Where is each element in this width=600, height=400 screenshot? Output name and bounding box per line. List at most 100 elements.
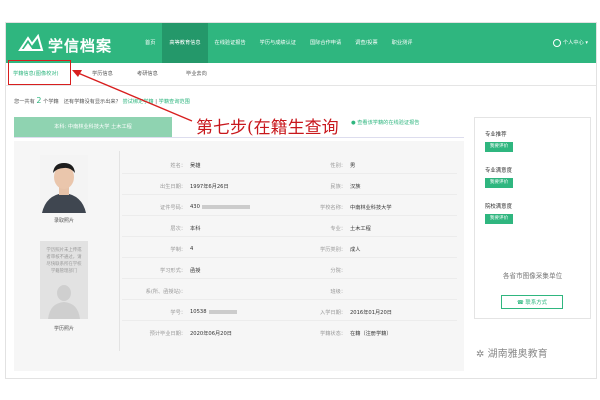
nav-survey[interactable]: 调查/投票 <box>348 23 385 63</box>
sub-navbar: 学籍信息(图像校对) 学历信息 考研信息 毕业去向 <box>6 63 596 86</box>
summary-prefix: 您一共有 <box>14 99 35 105</box>
gender-value: 男 <box>350 163 356 169</box>
ethnic-label: 民族： <box>330 184 346 190</box>
form-value: 函授 <box>190 268 201 274</box>
wechat-watermark: ✲ 湖南雅奥教育 <box>476 345 548 360</box>
nav-certification[interactable]: 学历与成绩认证 <box>253 23 303 63</box>
bind-enrollment-link[interactable]: 尝试绑定学籍 <box>122 99 153 105</box>
form-label: 学习形式： <box>160 268 186 274</box>
school-value: 中南林业科技大学 <box>350 205 392 211</box>
grad-value: 2020年06月20日 <box>190 331 232 337</box>
years-label: 学制： <box>170 247 186 253</box>
nav-international[interactable]: 国际合作申请 <box>303 23 348 63</box>
enroll-value: 2016年01月20日 <box>350 310 392 316</box>
sid-value-text: 10538 <box>190 309 207 315</box>
major-value: 土木工程 <box>350 226 371 232</box>
phone-icon: ☎ <box>516 300 524 306</box>
dept-label: 系(所、函授站)： <box>145 289 186 295</box>
row-divider <box>122 278 457 279</box>
row-divider <box>122 173 457 174</box>
school-label: 学校名称： <box>320 205 346 211</box>
row-divider <box>122 215 457 216</box>
verify-report-label: 查看该学籍的在线验证报告 <box>357 120 420 126</box>
name-label: 姓名： <box>170 163 186 169</box>
evaluate-button[interactable]: 我要评价 <box>485 142 513 152</box>
contact-button[interactable]: ☎ 联系方式 <box>501 295 563 309</box>
summary-separator: | <box>155 99 157 105</box>
row-divider <box>122 320 457 321</box>
birth-value: 1997年6月26日 <box>190 184 229 190</box>
top-navbar: 学信档案 首页 高等教育信息 在线验证报告 学历与成绩认证 国际合作申请 调查/… <box>6 23 596 63</box>
major-label: 专业： <box>330 226 346 232</box>
status-label: 学籍状态： <box>320 331 346 337</box>
years-value: 4 <box>190 246 194 252</box>
id-label: 证件号码： <box>160 205 186 211</box>
help-icon: ● <box>351 120 356 126</box>
admission-photo-caption: 录取照片 <box>53 218 74 224</box>
student-info-card: 录取照片 学历照片未上传或者审核不通过，请尽快联系所在学校学籍管理部门 学历照片… <box>14 141 464 371</box>
enrollment-scope-link[interactable]: 学籍查询范围 <box>159 99 190 105</box>
nav-verify-report[interactable]: 在线验证报告 <box>208 23 253 63</box>
gender-label: 性别： <box>330 163 346 169</box>
user-icon <box>552 38 561 47</box>
step-annotation: 第七步(在籍生查询 <box>196 118 339 138</box>
sid-label: 学号： <box>170 310 186 316</box>
birth-label: 出生日期： <box>160 184 186 190</box>
highlight-box <box>8 60 71 85</box>
evaluate-button[interactable]: 我要评价 <box>485 178 513 188</box>
level-label: 层次： <box>170 226 186 232</box>
sidebar-title-school-satisfaction: 院校满意度 <box>485 204 512 210</box>
tab-graduation-destination[interactable]: 毕业去向 <box>186 70 207 77</box>
id-value-text: 430 <box>190 204 200 210</box>
row-divider <box>122 299 457 300</box>
vertical-divider <box>119 151 120 351</box>
level-value: 本科 <box>190 226 201 232</box>
summary-question: 还有学籍没有显示出来？ <box>63 99 121 105</box>
degree-photo-caption: 学历照片 <box>53 326 74 332</box>
grad-label: 预计毕业日期： <box>149 331 186 337</box>
branch-label: 分院： <box>330 268 346 274</box>
degree-photo-placeholder: 学历照片未上传或者审核不通过，请尽快联系所在学校学籍管理部门 <box>40 241 88 319</box>
photo-units-title: 各省市图像采集单位 <box>502 272 563 280</box>
person-placeholder-icon <box>48 285 80 319</box>
tab-postgrad-info[interactable]: 考研信息 <box>137 70 158 77</box>
right-sidebar: 专业推荐 我要评价 专业满意度 我要评价 院校满意度 我要评价 各省市图像采集单… <box>474 117 591 319</box>
row-divider <box>122 236 457 237</box>
sidebar-title-major-recommend: 专业推荐 <box>485 132 507 138</box>
redacted-block <box>201 204 250 209</box>
ethnic-value: 汉族 <box>350 184 361 190</box>
enrollment-summary: 您一共有 2 个学籍 还有学籍没有显示出来？ 尝试绑定学籍 | 学籍查询范围 <box>14 96 190 105</box>
type-value: 成人 <box>350 247 361 253</box>
summary-unit: 个学籍 <box>43 99 59 105</box>
user-label: 个人中心 <box>562 40 584 46</box>
contact-label: 联系方式 <box>525 300 547 306</box>
school-tab[interactable]: 本科: 中南林业科技大学 土木工程 <box>14 117 172 137</box>
nav-career-test[interactable]: 职业测评 <box>385 23 420 63</box>
admission-photo <box>40 155 88 213</box>
browser-frame: 学信档案 首页 高等教育信息 在线验证报告 学历与成绩认证 国际合作申请 调查/… <box>5 22 597 379</box>
verify-report-link[interactable]: ● 查看该学籍的在线验证报告 <box>351 119 419 126</box>
sidebar-title-major-satisfaction: 专业满意度 <box>485 168 512 174</box>
user-menu[interactable]: 个人中心 ▾ <box>552 23 588 63</box>
status-value: 在籍（注册学籍） <box>350 331 392 337</box>
row-divider <box>122 257 457 258</box>
name-value: 吴雄 <box>190 163 201 169</box>
person-photo-icon <box>40 155 88 213</box>
wechat-icon: ✲ <box>476 349 485 360</box>
logo-icon <box>18 34 44 51</box>
main-nav: 首页 高等教育信息 在线验证报告 学历与成绩认证 国际合作申请 调查/投票 职业… <box>138 23 419 63</box>
evaluate-button[interactable]: 我要评价 <box>485 214 513 224</box>
watermark-label: 湖南雅奥教育 <box>487 349 548 360</box>
sid-value: 10538 <box>190 309 237 315</box>
id-value: 430 <box>190 204 250 210</box>
redacted-block <box>208 309 237 314</box>
brand-title[interactable]: 学信档案 <box>48 35 112 56</box>
nav-higher-education[interactable]: 高等教育信息 <box>162 23 208 63</box>
nav-home[interactable]: 首页 <box>138 23 162 63</box>
tab-degree-info[interactable]: 学历信息 <box>92 70 113 77</box>
class-label: 班级： <box>330 289 346 295</box>
enroll-label: 入学日期： <box>320 310 346 316</box>
enrollment-count: 2 <box>36 96 42 105</box>
row-divider <box>122 194 457 195</box>
type-label: 学历类别： <box>320 247 346 253</box>
